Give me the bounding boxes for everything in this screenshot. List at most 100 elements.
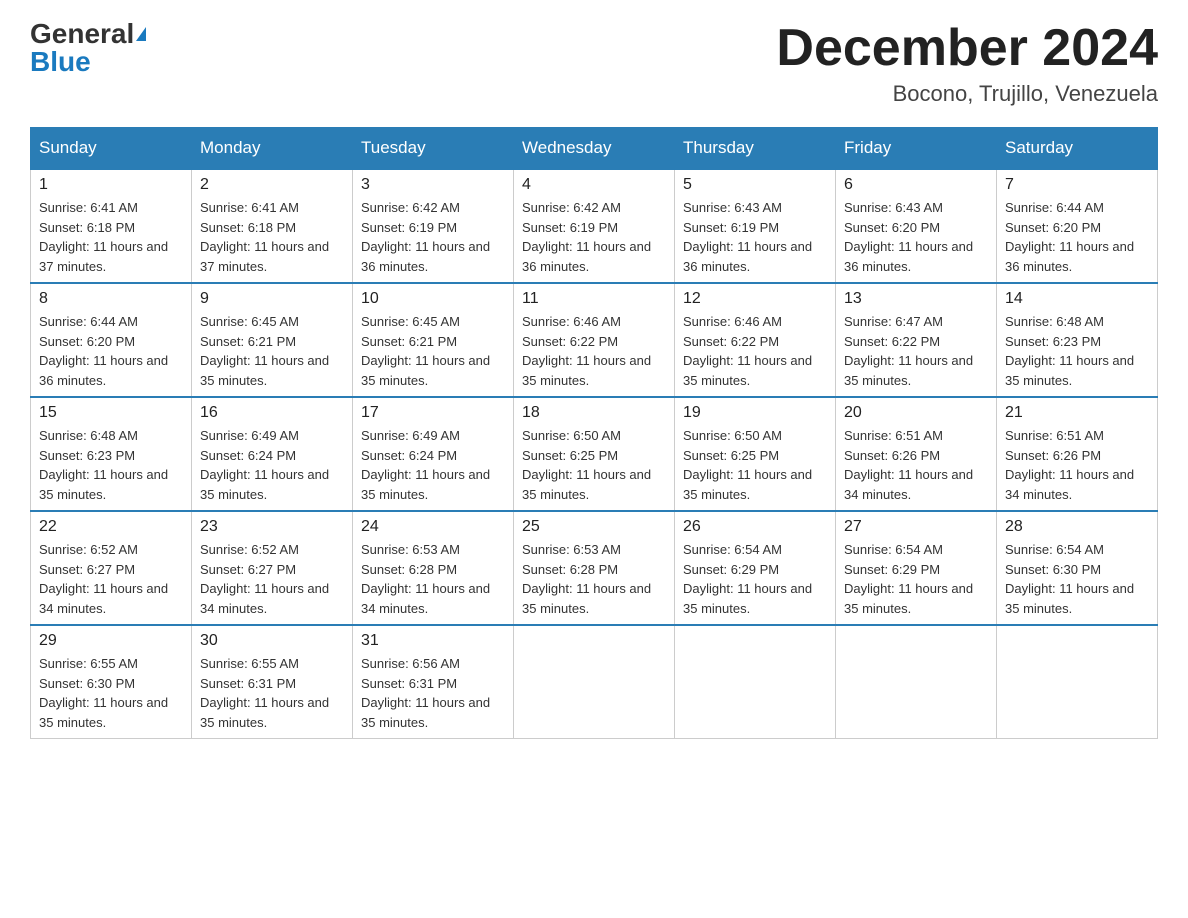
day-info: Sunrise: 6:44 AM Sunset: 6:20 PM Dayligh… xyxy=(39,312,183,390)
day-info: Sunrise: 6:52 AM Sunset: 6:27 PM Dayligh… xyxy=(200,540,344,618)
day-info: Sunrise: 6:52 AM Sunset: 6:27 PM Dayligh… xyxy=(39,540,183,618)
day-number: 31 xyxy=(361,632,505,650)
day-number: 24 xyxy=(361,518,505,536)
calendar-day-cell: 14 Sunrise: 6:48 AM Sunset: 6:23 PM Dayl… xyxy=(997,283,1158,397)
day-number: 3 xyxy=(361,176,505,194)
calendar-day-cell: 22 Sunrise: 6:52 AM Sunset: 6:27 PM Dayl… xyxy=(31,511,192,625)
day-number: 22 xyxy=(39,518,183,536)
calendar-day-cell: 4 Sunrise: 6:42 AM Sunset: 6:19 PM Dayli… xyxy=(514,169,675,283)
calendar-day-cell: 31 Sunrise: 6:56 AM Sunset: 6:31 PM Dayl… xyxy=(353,625,514,739)
calendar-day-cell: 27 Sunrise: 6:54 AM Sunset: 6:29 PM Dayl… xyxy=(836,511,997,625)
day-number: 12 xyxy=(683,290,827,308)
day-number: 13 xyxy=(844,290,988,308)
day-of-week-header: Friday xyxy=(836,128,997,170)
logo-triangle-icon xyxy=(136,27,146,41)
day-number: 9 xyxy=(200,290,344,308)
day-number: 6 xyxy=(844,176,988,194)
logo: General Blue xyxy=(30,20,146,76)
day-number: 10 xyxy=(361,290,505,308)
day-info: Sunrise: 6:46 AM Sunset: 6:22 PM Dayligh… xyxy=(683,312,827,390)
day-info: Sunrise: 6:56 AM Sunset: 6:31 PM Dayligh… xyxy=(361,654,505,732)
day-of-week-header: Saturday xyxy=(997,128,1158,170)
day-of-week-header: Monday xyxy=(192,128,353,170)
day-number: 8 xyxy=(39,290,183,308)
calendar-day-cell: 1 Sunrise: 6:41 AM Sunset: 6:18 PM Dayli… xyxy=(31,169,192,283)
day-info: Sunrise: 6:41 AM Sunset: 6:18 PM Dayligh… xyxy=(200,198,344,276)
day-info: Sunrise: 6:42 AM Sunset: 6:19 PM Dayligh… xyxy=(522,198,666,276)
day-number: 19 xyxy=(683,404,827,422)
calendar-week-row: 29 Sunrise: 6:55 AM Sunset: 6:30 PM Dayl… xyxy=(31,625,1158,739)
day-info: Sunrise: 6:50 AM Sunset: 6:25 PM Dayligh… xyxy=(522,426,666,504)
day-info: Sunrise: 6:54 AM Sunset: 6:29 PM Dayligh… xyxy=(683,540,827,618)
calendar-day-cell: 24 Sunrise: 6:53 AM Sunset: 6:28 PM Dayl… xyxy=(353,511,514,625)
calendar-day-cell: 20 Sunrise: 6:51 AM Sunset: 6:26 PM Dayl… xyxy=(836,397,997,511)
day-info: Sunrise: 6:47 AM Sunset: 6:22 PM Dayligh… xyxy=(844,312,988,390)
day-info: Sunrise: 6:48 AM Sunset: 6:23 PM Dayligh… xyxy=(39,426,183,504)
calendar-day-cell: 29 Sunrise: 6:55 AM Sunset: 6:30 PM Dayl… xyxy=(31,625,192,739)
day-info: Sunrise: 6:55 AM Sunset: 6:30 PM Dayligh… xyxy=(39,654,183,732)
day-info: Sunrise: 6:51 AM Sunset: 6:26 PM Dayligh… xyxy=(1005,426,1149,504)
day-number: 17 xyxy=(361,404,505,422)
calendar-day-cell: 11 Sunrise: 6:46 AM Sunset: 6:22 PM Dayl… xyxy=(514,283,675,397)
day-info: Sunrise: 6:51 AM Sunset: 6:26 PM Dayligh… xyxy=(844,426,988,504)
calendar-day-cell: 21 Sunrise: 6:51 AM Sunset: 6:26 PM Dayl… xyxy=(997,397,1158,511)
day-number: 18 xyxy=(522,404,666,422)
logo-general-text: General xyxy=(30,20,134,48)
day-info: Sunrise: 6:50 AM Sunset: 6:25 PM Dayligh… xyxy=(683,426,827,504)
day-info: Sunrise: 6:43 AM Sunset: 6:19 PM Dayligh… xyxy=(683,198,827,276)
day-of-week-header: Tuesday xyxy=(353,128,514,170)
calendar-day-cell xyxy=(675,625,836,739)
calendar-day-cell: 13 Sunrise: 6:47 AM Sunset: 6:22 PM Dayl… xyxy=(836,283,997,397)
day-info: Sunrise: 6:42 AM Sunset: 6:19 PM Dayligh… xyxy=(361,198,505,276)
day-number: 15 xyxy=(39,404,183,422)
calendar-day-cell: 25 Sunrise: 6:53 AM Sunset: 6:28 PM Dayl… xyxy=(514,511,675,625)
calendar-table: SundayMondayTuesdayWednesdayThursdayFrid… xyxy=(30,127,1158,739)
day-info: Sunrise: 6:46 AM Sunset: 6:22 PM Dayligh… xyxy=(522,312,666,390)
day-info: Sunrise: 6:55 AM Sunset: 6:31 PM Dayligh… xyxy=(200,654,344,732)
calendar-day-cell: 26 Sunrise: 6:54 AM Sunset: 6:29 PM Dayl… xyxy=(675,511,836,625)
day-number: 21 xyxy=(1005,404,1149,422)
day-of-week-header: Wednesday xyxy=(514,128,675,170)
day-number: 2 xyxy=(200,176,344,194)
day-number: 11 xyxy=(522,290,666,308)
calendar-day-cell: 12 Sunrise: 6:46 AM Sunset: 6:22 PM Dayl… xyxy=(675,283,836,397)
day-number: 14 xyxy=(1005,290,1149,308)
calendar-day-cell: 2 Sunrise: 6:41 AM Sunset: 6:18 PM Dayli… xyxy=(192,169,353,283)
day-of-week-header: Sunday xyxy=(31,128,192,170)
logo-blue-text: Blue xyxy=(30,48,91,76)
day-number: 25 xyxy=(522,518,666,536)
day-info: Sunrise: 6:41 AM Sunset: 6:18 PM Dayligh… xyxy=(39,198,183,276)
day-number: 28 xyxy=(1005,518,1149,536)
calendar-day-cell xyxy=(997,625,1158,739)
day-number: 16 xyxy=(200,404,344,422)
day-info: Sunrise: 6:49 AM Sunset: 6:24 PM Dayligh… xyxy=(361,426,505,504)
day-number: 5 xyxy=(683,176,827,194)
page-header: General Blue December 2024 Bocono, Truji… xyxy=(30,20,1158,107)
day-info: Sunrise: 6:49 AM Sunset: 6:24 PM Dayligh… xyxy=(200,426,344,504)
calendar-day-cell: 3 Sunrise: 6:42 AM Sunset: 6:19 PM Dayli… xyxy=(353,169,514,283)
day-info: Sunrise: 6:45 AM Sunset: 6:21 PM Dayligh… xyxy=(361,312,505,390)
calendar-day-cell: 16 Sunrise: 6:49 AM Sunset: 6:24 PM Dayl… xyxy=(192,397,353,511)
day-info: Sunrise: 6:53 AM Sunset: 6:28 PM Dayligh… xyxy=(522,540,666,618)
calendar-day-cell: 10 Sunrise: 6:45 AM Sunset: 6:21 PM Dayl… xyxy=(353,283,514,397)
day-info: Sunrise: 6:45 AM Sunset: 6:21 PM Dayligh… xyxy=(200,312,344,390)
month-title: December 2024 xyxy=(776,20,1158,77)
day-number: 27 xyxy=(844,518,988,536)
day-of-week-header: Thursday xyxy=(675,128,836,170)
calendar-day-cell xyxy=(514,625,675,739)
day-number: 1 xyxy=(39,176,183,194)
calendar-week-row: 1 Sunrise: 6:41 AM Sunset: 6:18 PM Dayli… xyxy=(31,169,1158,283)
calendar-day-cell xyxy=(836,625,997,739)
calendar-day-cell: 8 Sunrise: 6:44 AM Sunset: 6:20 PM Dayli… xyxy=(31,283,192,397)
location-title: Bocono, Trujillo, Venezuela xyxy=(776,81,1158,107)
day-number: 7 xyxy=(1005,176,1149,194)
calendar-day-cell: 18 Sunrise: 6:50 AM Sunset: 6:25 PM Dayl… xyxy=(514,397,675,511)
calendar-day-cell: 17 Sunrise: 6:49 AM Sunset: 6:24 PM Dayl… xyxy=(353,397,514,511)
day-info: Sunrise: 6:44 AM Sunset: 6:20 PM Dayligh… xyxy=(1005,198,1149,276)
calendar-week-row: 8 Sunrise: 6:44 AM Sunset: 6:20 PM Dayli… xyxy=(31,283,1158,397)
title-section: December 2024 Bocono, Trujillo, Venezuel… xyxy=(776,20,1158,107)
day-number: 29 xyxy=(39,632,183,650)
calendar-day-cell: 5 Sunrise: 6:43 AM Sunset: 6:19 PM Dayli… xyxy=(675,169,836,283)
day-info: Sunrise: 6:54 AM Sunset: 6:29 PM Dayligh… xyxy=(844,540,988,618)
calendar-day-cell: 23 Sunrise: 6:52 AM Sunset: 6:27 PM Dayl… xyxy=(192,511,353,625)
